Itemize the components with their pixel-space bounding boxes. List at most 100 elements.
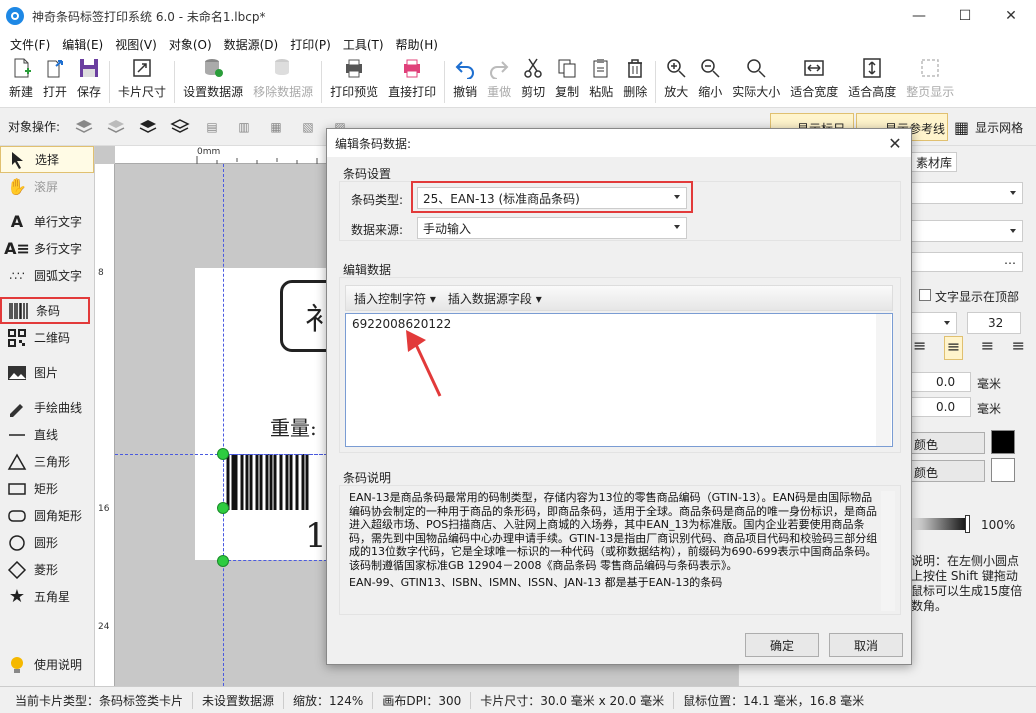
- insert-control-chars-button[interactable]: 插入控制字符 ▾: [346, 290, 444, 307]
- menu-file[interactable]: 文件(F): [4, 36, 56, 53]
- tool-diamond[interactable]: 菱形: [0, 556, 94, 583]
- delete-button[interactable]: 删除: [618, 56, 652, 106]
- open-button[interactable]: 打开: [38, 56, 72, 106]
- card-size-button[interactable]: 卡片尺寸: [113, 56, 171, 106]
- tab-materials[interactable]: 素材库: [911, 152, 957, 172]
- layer-up-icon[interactable]: [72, 116, 96, 138]
- tool-arc-text[interactable]: ∴∵ 圆弧文字: [0, 262, 94, 289]
- offset-y-stepper[interactable]: 0.0: [911, 397, 971, 417]
- property-dropdown-1[interactable]: [911, 182, 1023, 204]
- tool-rounded-rect[interactable]: 圆角矩形: [0, 502, 94, 529]
- color-button-1[interactable]: 颜色: [911, 432, 985, 454]
- zoom-in-icon: [664, 56, 688, 80]
- tool-image[interactable]: 图片: [0, 359, 94, 386]
- minimize-button[interactable]: —: [896, 0, 942, 32]
- status-card-type[interactable]: 当前卡片类型：条码标签类卡片: [6, 691, 194, 709]
- color-swatch-black[interactable]: [991, 430, 1015, 454]
- description-scrollbar[interactable]: [881, 491, 895, 611]
- fit-height-button[interactable]: 适合高度: [843, 56, 901, 106]
- redo-button[interactable]: 重做: [482, 56, 516, 106]
- send-back-icon[interactable]: [168, 116, 192, 138]
- dialog-title: 编辑条码数据:: [335, 136, 412, 151]
- menu-help[interactable]: 帮助(H): [390, 36, 444, 53]
- color-button-2[interactable]: 颜色: [911, 460, 985, 482]
- actual-size-button[interactable]: 实际大小: [727, 56, 785, 106]
- tool-circle[interactable]: 圆形: [0, 529, 94, 556]
- tool-single-text[interactable]: A 单行文字: [0, 208, 94, 235]
- property-dropdown-2[interactable]: [911, 220, 1023, 242]
- color-swatch-white[interactable]: [991, 458, 1015, 482]
- save-button[interactable]: 保存: [72, 56, 106, 106]
- close-window-button[interactable]: ✕: [988, 0, 1034, 32]
- tool-triangle[interactable]: 三角形: [0, 448, 94, 475]
- ok-button[interactable]: 确定: [745, 633, 819, 657]
- align-right-icon[interactable]: ▦: [264, 116, 288, 138]
- text-on-top-checkbox[interactable]: [919, 289, 931, 301]
- zoom-in-button[interactable]: 放大: [659, 56, 693, 106]
- opacity-slider[interactable]: [911, 518, 967, 530]
- maximize-button[interactable]: ☐: [942, 0, 988, 32]
- set-datasource-button[interactable]: 设置数据源: [178, 56, 248, 106]
- layer-down-icon[interactable]: [104, 116, 128, 138]
- align-justify-icon[interactable]: ≡: [1012, 336, 1025, 360]
- align-left-icon[interactable]: ≡: [913, 336, 926, 360]
- show-grid-toggle[interactable]: ▦ 显示网格: [954, 112, 1023, 142]
- label-weight-text[interactable]: 重量:: [270, 412, 317, 441]
- tool-multi-text[interactable]: A≡ 多行文字: [0, 235, 94, 262]
- align-center-icon[interactable]: ▥: [232, 116, 256, 138]
- resize-handle[interactable]: [217, 448, 229, 460]
- fit-width-button[interactable]: 适合宽度: [785, 56, 843, 106]
- cut-button[interactable]: 剪切: [516, 56, 550, 106]
- tool-scroll[interactable]: ✋ 滚屏: [0, 173, 94, 200]
- menu-object[interactable]: 对象(O): [163, 36, 218, 53]
- tool-line[interactable]: 直线: [0, 421, 94, 448]
- cancel-button[interactable]: 取消: [829, 633, 903, 657]
- menu-tools[interactable]: 工具(T): [337, 36, 390, 53]
- help-tool[interactable]: 使用说明: [0, 651, 95, 678]
- tool-qrcode[interactable]: 二维码: [0, 324, 94, 351]
- guide-line-vertical[interactable]: [223, 164, 224, 686]
- remove-datasource-button[interactable]: 移除数据源: [248, 56, 318, 106]
- align-right-icon[interactable]: ≡: [981, 336, 994, 360]
- insert-datasource-field-button[interactable]: 插入数据源字段 ▾: [444, 290, 546, 307]
- more-button[interactable]: …: [911, 252, 1023, 272]
- print-preview-button[interactable]: 打印预览: [325, 56, 383, 106]
- zoom-out-button[interactable]: 缩小: [693, 56, 727, 106]
- align-top-icon[interactable]: ▧: [296, 116, 320, 138]
- menu-datasource[interactable]: 数据源(D): [218, 36, 285, 53]
- font-name-dropdown[interactable]: [911, 312, 957, 334]
- arc-text-icon: ∴∵: [9, 268, 25, 283]
- barcode-icon: [8, 301, 30, 321]
- scissors-icon: [521, 56, 545, 80]
- resize-handle[interactable]: [217, 502, 229, 514]
- close-icon[interactable]: ✕: [885, 133, 905, 153]
- menu-view[interactable]: 视图(V): [109, 36, 163, 53]
- textarea-scrollbar[interactable]: [876, 314, 891, 446]
- bring-front-icon[interactable]: [136, 116, 160, 138]
- data-source-select[interactable]: 手动输入: [417, 217, 687, 239]
- offset-x-stepper[interactable]: 0.0: [911, 372, 971, 392]
- direct-print-button[interactable]: 直接打印: [383, 56, 441, 106]
- menu-edit[interactable]: 编辑(E): [56, 36, 109, 53]
- object-ops-label: 对象操作:: [8, 120, 61, 134]
- copy-button[interactable]: 复制: [550, 56, 584, 106]
- undo-button[interactable]: 撤销: [448, 56, 482, 106]
- font-size-stepper[interactable]: 32: [967, 312, 1021, 334]
- align-center-icon[interactable]: ≡: [943, 336, 964, 360]
- tool-star[interactable]: ★ 五角星: [0, 583, 94, 610]
- align-left-icon[interactable]: ▤: [200, 116, 224, 138]
- qrcode-icon: [6, 328, 28, 348]
- barcode-data-textarea[interactable]: 6922008620122: [345, 313, 893, 447]
- tool-freehand[interactable]: 手绘曲线: [0, 394, 94, 421]
- tool-rect[interactable]: 矩形: [0, 475, 94, 502]
- full-page-button[interactable]: 整页显示: [901, 56, 959, 106]
- paste-button[interactable]: 粘贴: [584, 56, 618, 106]
- tool-select[interactable]: 选择: [0, 146, 94, 173]
- resize-handle[interactable]: [217, 555, 229, 567]
- actual-size-icon: [744, 56, 768, 80]
- toolbar-separator: [655, 61, 657, 103]
- opacity-slider-handle[interactable]: [965, 515, 970, 533]
- menu-print[interactable]: 打印(P): [284, 36, 337, 53]
- tool-barcode[interactable]: 条码: [0, 297, 90, 324]
- new-button[interactable]: 新建: [4, 56, 38, 106]
